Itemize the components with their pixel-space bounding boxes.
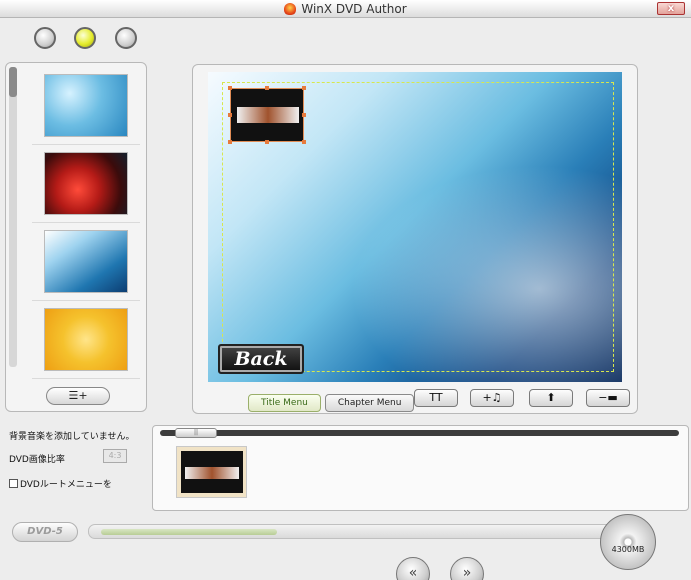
move-up-button[interactable]: ⬆ <box>529 389 573 407</box>
root-menu-option[interactable]: DVDルートメニューを <box>9 477 112 490</box>
window-circle-button-3[interactable] <box>115 27 137 49</box>
bgm-status-text: 背景音楽を添加していません。 <box>9 432 135 442</box>
double-right-arrow-icon: » <box>462 565 472 580</box>
video-thumbnail-content <box>237 107 299 123</box>
menu-type-tabs: Title Menu Chapter Menu <box>248 394 415 412</box>
chapter-video-content <box>185 467 239 479</box>
window-circle-button-1[interactable] <box>34 27 56 49</box>
template-scrollbar-thumb[interactable] <box>9 67 17 97</box>
window-title: WinX DVD Author <box>0 2 691 16</box>
template-thumbnail-red-flowers[interactable] <box>44 152 128 215</box>
menu-add-icon: ☰+ <box>68 389 88 402</box>
chapter-scrollbar[interactable] <box>160 430 679 436</box>
window-title-text: WinX DVD Author <box>301 2 407 16</box>
remove-button[interactable]: −▬ <box>586 389 630 407</box>
video-thumbnail-in-menu[interactable] <box>230 88 304 142</box>
add-text-button[interactable]: TT <box>414 389 458 407</box>
title-bar: WinX DVD Author x <box>0 0 691 18</box>
template-thumbnail-blue-swirl[interactable] <box>44 230 128 293</box>
disc-icon <box>600 514 656 570</box>
menu-preview-canvas[interactable]: Back <box>208 72 622 382</box>
add-music-button[interactable]: +♫ <box>470 389 514 407</box>
chapter-video-frame <box>181 451 243 493</box>
resize-handle[interactable] <box>302 140 306 144</box>
winx-dvd-author-window: WinX DVD Author x ☰+ Back Title Menu Cha… <box>0 0 691 580</box>
template-scrollbar[interactable] <box>9 67 17 367</box>
text-icon: TT <box>429 391 443 404</box>
chapter-thumbnail[interactable] <box>176 446 247 498</box>
template-item[interactable] <box>32 301 140 379</box>
remove-icon: −▬ <box>598 391 618 404</box>
tab-chapter-menu[interactable]: Chapter Menu <box>324 394 415 412</box>
template-item[interactable] <box>32 223 140 301</box>
disc-capacity-label: 4300MB <box>611 545 645 554</box>
winx-logo-icon <box>284 3 297 15</box>
next-button[interactable]: » <box>450 557 484 580</box>
template-item[interactable] <box>32 145 140 223</box>
resize-handle[interactable] <box>228 113 232 117</box>
root-menu-label: DVDルートメニューを <box>20 480 112 490</box>
tab-title-menu[interactable]: Title Menu <box>248 394 321 412</box>
aspect-ratio-select[interactable]: 4:3 <box>103 449 127 463</box>
window-circle-button-2[interactable] <box>74 27 96 49</box>
resize-handle[interactable] <box>302 113 306 117</box>
template-item[interactable] <box>32 67 140 145</box>
close-button[interactable]: x <box>657 2 685 15</box>
disc-type-selector[interactable]: DVD-5 <box>12 522 78 542</box>
double-left-arrow-icon: « <box>408 565 418 580</box>
root-menu-checkbox[interactable] <box>9 479 18 488</box>
music-add-icon: +♫ <box>482 391 502 404</box>
template-thumbnail-ice-blue[interactable] <box>44 74 128 137</box>
template-thumbnail-yellow-bubbles[interactable] <box>44 308 128 371</box>
disc-capacity-fill <box>101 529 277 535</box>
template-list <box>32 67 140 379</box>
up-arrow-icon: ⬆ <box>546 391 556 404</box>
menu-template-panel: ☰+ <box>5 62 147 412</box>
add-menu-button[interactable]: ☰+ <box>46 387 110 405</box>
resize-handle[interactable] <box>265 86 269 90</box>
disc-capacity-bar <box>88 524 648 539</box>
resize-handle[interactable] <box>302 86 306 90</box>
previous-button[interactable]: « <box>396 557 430 580</box>
resize-handle[interactable] <box>228 86 232 90</box>
resize-handle[interactable] <box>228 140 232 144</box>
back-menu-button[interactable]: Back <box>218 344 304 374</box>
chapter-scrollbar-thumb[interactable]: || <box>175 428 217 438</box>
aspect-ratio-label: DVD画像比率 <box>9 455 65 465</box>
resize-handle[interactable] <box>265 140 269 144</box>
